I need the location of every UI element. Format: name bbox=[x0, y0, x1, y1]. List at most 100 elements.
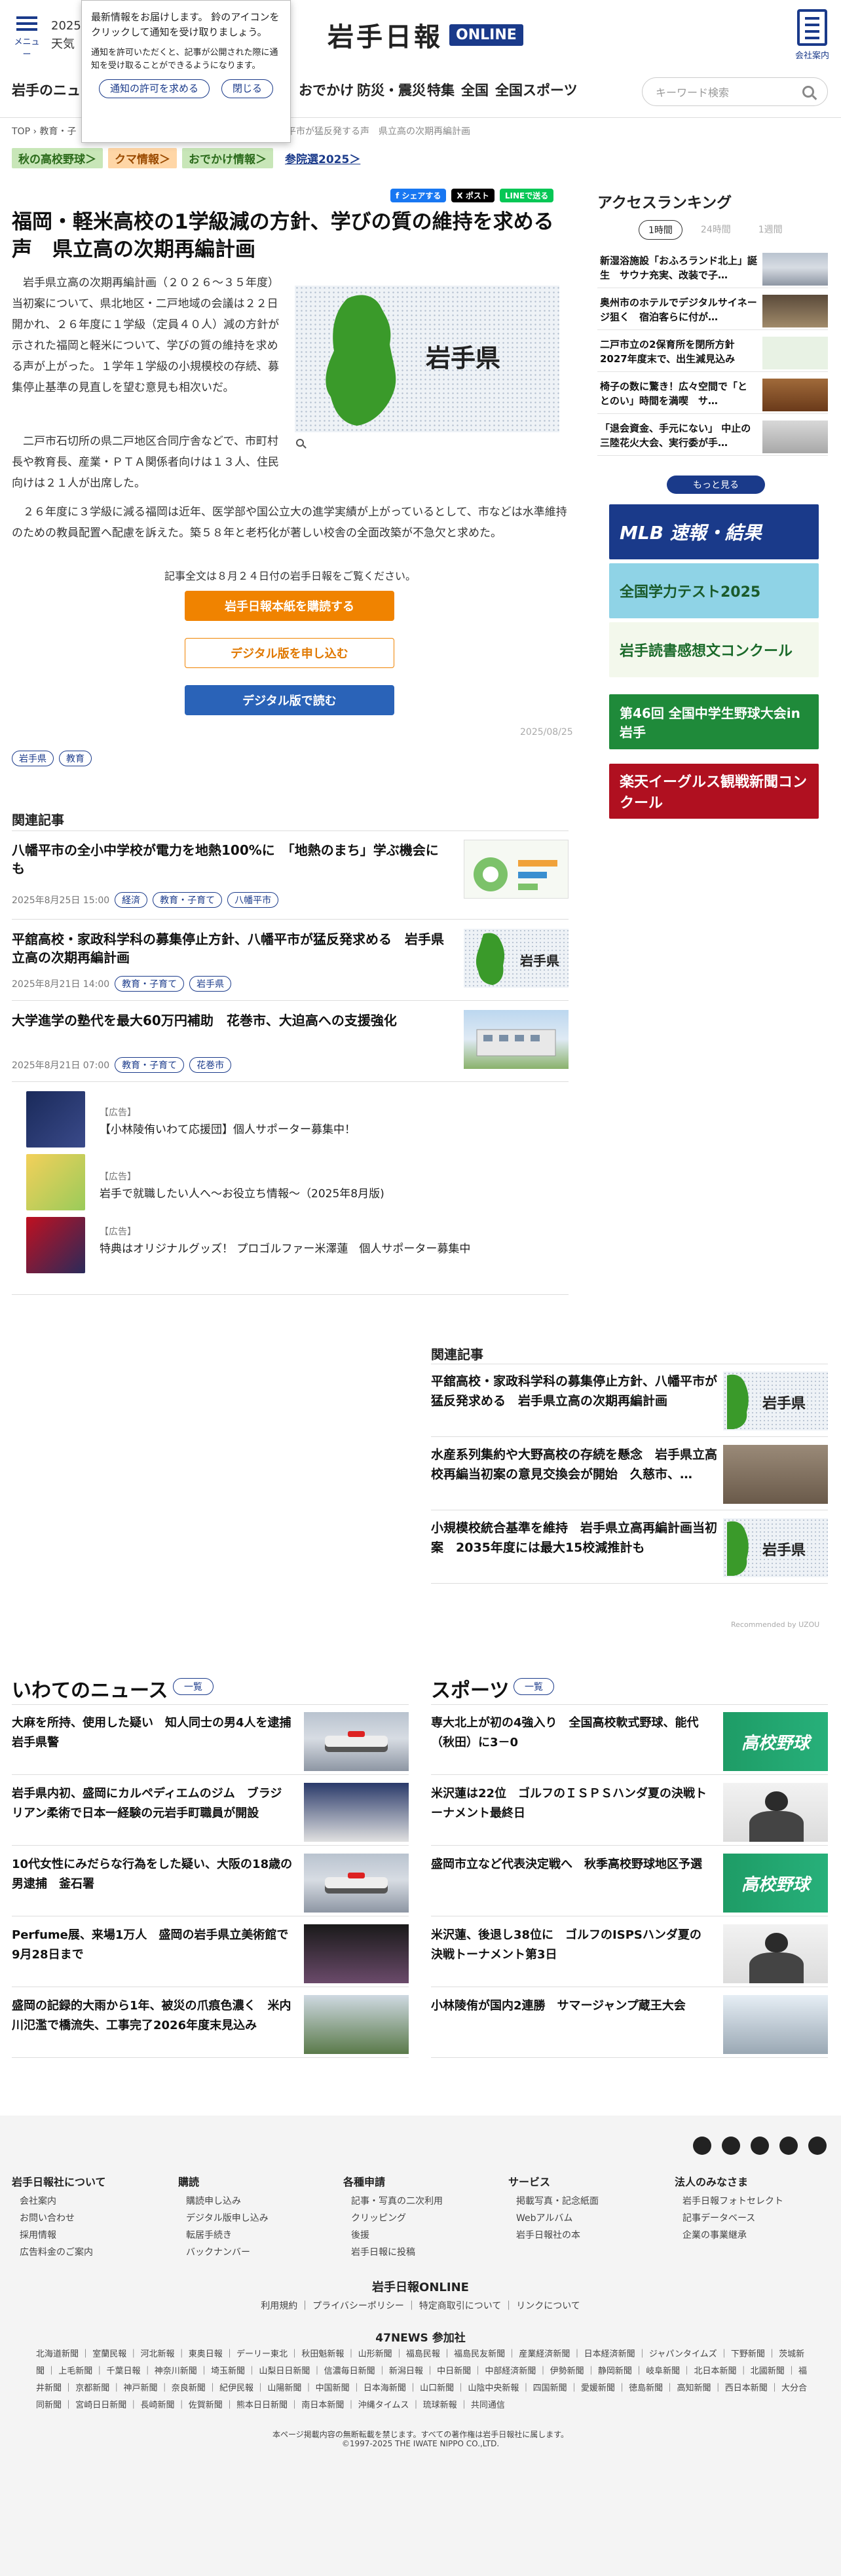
keyword-tag[interactable]: 教育 bbox=[59, 751, 92, 766]
related-item-tag[interactable]: 教育・子育て bbox=[153, 892, 223, 908]
ad-item[interactable]: 【広告】 岩手で就職したい人へ〜お役立ち情報〜（2025年8月版) bbox=[26, 1154, 563, 1210]
footer-links[interactable]: 利用規約 ｜ プライバシーポリシー ｜ 特定商取引について ｜ リンクについて bbox=[0, 2299, 841, 2312]
iwate-news-item[interactable]: 盛岡の記録的大雨から1年、被災の爪痕色濃く 米内川氾濫で橋流失、工事完了2026… bbox=[12, 1987, 409, 2058]
footer-link[interactable]: 購読申し込み bbox=[178, 2193, 269, 2210]
iwate-news-item[interactable]: Perfume展、来場1万人 盛岡の岩手県立美術館で9月28日まで bbox=[12, 1916, 409, 1987]
related-item[interactable]: 大学進学の塾代を最大60万円補助 花巻市、大迫高への支援強化 2025年8月21… bbox=[12, 1001, 569, 1082]
weather-widget[interactable]: 2025. 天気 bbox=[51, 17, 85, 54]
x-post-button[interactable]: X ポスト bbox=[451, 189, 495, 202]
ranking-item[interactable]: 奥州市のホテルでデジタルサイネージ狙く 宿泊客らに付が… bbox=[597, 292, 828, 330]
footer-link[interactable]: お問い合わせ bbox=[12, 2210, 106, 2227]
ad-item[interactable]: 【広告】 特典はオリジナルグッズ！ プロゴルファー米澤蓮 個人サポーター募集中 bbox=[26, 1217, 563, 1273]
sports-item[interactable]: 小林陵侑が国内2連勝 サマージャンプ蔵王大会 bbox=[431, 1987, 828, 2058]
related-item[interactable]: 平舘高校・家政科学科の募集停止方針、八幡平市が猛反発求める 岩手県立高の次期再編… bbox=[12, 920, 569, 1001]
iwate-news-item[interactable]: 大麻を所持、使用した疑い 知人同士の男4人を逮捕 岩手県警 bbox=[12, 1704, 409, 1775]
sports-item[interactable]: 盛岡市立など代表決定戦へ 秋季高校野球地区予選 高校野球 bbox=[431, 1846, 828, 1916]
keyword-tag[interactable]: 岩手県 bbox=[12, 751, 54, 766]
nav-item-zenkoku-sports[interactable]: 全国スポーツ bbox=[495, 80, 578, 100]
footer-link[interactable]: 転居手続き bbox=[178, 2227, 269, 2244]
banner-eagles-kansen[interactable]: 楽天イーグルス観戦新聞コンクール bbox=[609, 764, 819, 819]
sports-item[interactable]: 専大北上が初の4強入り 全国高校軟式野球、能代（秋田）に3－0 高校野球 bbox=[431, 1704, 828, 1775]
footer-link[interactable]: バックナンバー bbox=[178, 2244, 269, 2261]
ranking-item-title: 二戸市立の2保育所を閉所方針 2027年度末で、出生減見込み bbox=[600, 339, 736, 365]
banner-chugakusei-yakyu[interactable]: 第46回 全国中学生野球大会in岩手 bbox=[609, 694, 819, 749]
sports-item[interactable]: 米沢蓮は22位 ゴルフのＩＳＰＳハンダ夏の決戦トーナメント最終日 bbox=[431, 1775, 828, 1846]
footer-link[interactable]: 広告料金のご案内 bbox=[12, 2244, 106, 2261]
nav-item-zenkoku[interactable]: 全国 bbox=[461, 80, 489, 100]
logo-main: 岩手日報 bbox=[327, 22, 443, 52]
footer-link[interactable]: 記事データベース bbox=[675, 2210, 783, 2227]
nav-item-tokushu[interactable]: 特集 bbox=[427, 80, 455, 100]
nav-item-bousai[interactable]: 防災・震災 bbox=[357, 80, 426, 100]
banner-mlb[interactable]: MLB 速報・結果 bbox=[609, 504, 819, 559]
footer-link[interactable]: 採用情報 bbox=[12, 2227, 106, 2244]
topic-tag-kuma[interactable]: クマ情報＞ bbox=[108, 148, 177, 168]
instagram-icon[interactable] bbox=[751, 2137, 769, 2155]
sports-list-button[interactable]: 一覧 bbox=[514, 1678, 554, 1695]
related-item-tag[interactable]: 八幡平市 bbox=[227, 892, 279, 908]
footer-47news-papers[interactable]: 北海道新聞 ｜ 室蘭民報 ｜ 河北新報 ｜ 東奥日報 ｜ デーリー東北 ｜ 秋田… bbox=[36, 2346, 809, 2414]
recommended-item[interactable]: 水産系列集約や大野高校の存続を懸念 岩手県立高校再編当初案の意見交換会が開始 久… bbox=[431, 1437, 828, 1510]
footer-link[interactable]: 会社案内 bbox=[12, 2193, 106, 2210]
related-item[interactable]: 八幡平市の全小中学校が電力を地熱100%に 「地熱のまち」学ぶ機会にも 2025… bbox=[12, 831, 569, 920]
footer-link[interactable]: 後援 bbox=[343, 2227, 443, 2244]
line-share-button[interactable]: LINEで送る bbox=[499, 189, 554, 202]
breadcrumb-category[interactable]: 教育・子 bbox=[40, 126, 77, 137]
tab-1week[interactable]: 1週間 bbox=[749, 220, 792, 240]
notify-close-button[interactable]: 閉じる bbox=[221, 79, 274, 98]
topic-tag-sanin[interactable]: 参院選2025＞ bbox=[278, 148, 367, 168]
related-title: 関連記事 bbox=[12, 812, 64, 828]
footer-link[interactable]: クリッピング bbox=[343, 2210, 443, 2227]
topic-tag-koukou-yakyu[interactable]: 秋の高校野球＞ bbox=[12, 148, 103, 168]
facebook-share-button[interactable]: f シェアする bbox=[390, 189, 447, 202]
footer-link[interactable]: 掲載写真・記念紙面 bbox=[508, 2193, 599, 2210]
footer-link[interactable]: 岩手日報に投稿 bbox=[343, 2244, 443, 2261]
subscribe-paper-button[interactable]: 岩手日報本紙を購読する bbox=[185, 591, 394, 621]
iwate-news-list-button[interactable]: 一覧 bbox=[173, 1678, 214, 1695]
footer-link[interactable]: 記事・写真の二次利用 bbox=[343, 2193, 443, 2210]
article-image[interactable]: 岩手県 bbox=[295, 286, 559, 432]
banner-dokusho-kansoubun[interactable]: 岩手読書感想文コンクール bbox=[609, 622, 819, 677]
sports-item[interactable]: 米沢蓮、後退し38位に ゴルフのISPSハンダ夏の決戦トーナメント第3日 bbox=[431, 1916, 828, 1987]
company-info-button[interactable]: 会社案内 bbox=[793, 9, 832, 61]
banner-gakuryoku-test[interactable]: 全国学力テスト2025 bbox=[609, 563, 819, 618]
footer-link[interactable]: Webアルバム bbox=[508, 2210, 599, 2227]
iwate-news-item[interactable]: 10代女性にみだらな行為をした疑い、大阪の18歳の男逮捕 釜石署 bbox=[12, 1846, 409, 1916]
site-logo[interactable]: 岩手日報 ONLINE bbox=[327, 16, 523, 54]
digital-read-button[interactable]: デジタル版で読む bbox=[185, 685, 394, 715]
search-input[interactable]: キーワード検索 bbox=[642, 77, 828, 106]
youtube-icon[interactable] bbox=[779, 2137, 798, 2155]
topic-tag-odekake[interactable]: おでかけ情報＞ bbox=[182, 148, 273, 168]
facebook-icon[interactable] bbox=[722, 2137, 740, 2155]
iwate-news-thumb bbox=[304, 1712, 409, 1771]
ranking-item[interactable]: 椅子の数に驚き！広々空間で「ととのい」時間を満喫 サ… bbox=[597, 376, 828, 414]
ad-item[interactable]: 【広告】 【小林陵侑いわて応援団】個人サポーター募集中！ bbox=[26, 1091, 563, 1148]
related-item-tag[interactable]: 教育・子育て bbox=[115, 1057, 185, 1073]
ranking-item[interactable]: 「退会資金、手元にない」 中止の三陸花火大会、実行委が手… bbox=[597, 418, 828, 456]
tab-1hour[interactable]: 1時間 bbox=[639, 220, 682, 240]
related-item-tag[interactable]: 教育・子育て bbox=[115, 976, 185, 992]
digital-signup-button[interactable]: デジタル版を申し込む bbox=[185, 638, 394, 668]
recommended-item[interactable]: 小規模校統合基準を維持 岩手県立高再編計画当初案 2035年度には最大15校減推… bbox=[431, 1510, 828, 1584]
related-item-tag[interactable]: 経済 bbox=[115, 892, 148, 908]
ranking-item[interactable]: 新湿浴施設「おふろランド北上」誕生 サウナ充実、改装で子… bbox=[597, 250, 828, 288]
recommended-item[interactable]: 平舘高校・家政科学科の募集停止方針、八幡平市が猛反発求める 岩手県立高の次期再編… bbox=[431, 1364, 828, 1437]
line-icon[interactable] bbox=[808, 2137, 827, 2155]
iwate-news-item[interactable]: 岩手県内初、盛岡にカルペディエムのジム ブラジリアン柔術で日本一経験の元岩手町職… bbox=[12, 1775, 409, 1846]
zoom-icon[interactable] bbox=[296, 439, 304, 447]
ranking-item[interactable]: 二戸市立の2保育所を閉所方針 2027年度末で、出生減見込み bbox=[597, 334, 828, 372]
related-item-tag[interactable]: 花巻市 bbox=[189, 1057, 232, 1073]
nav-item-odekake[interactable]: おでかけ bbox=[299, 80, 354, 100]
ranking-more-button[interactable]: もっと見る bbox=[667, 476, 765, 494]
footer-link[interactable]: 企業の事業継承 bbox=[675, 2227, 783, 2244]
menu-button[interactable]: メニュー bbox=[10, 13, 43, 60]
breadcrumb-top[interactable]: TOP bbox=[12, 126, 30, 137]
tab-24hours[interactable]: 24時間 bbox=[692, 220, 740, 240]
footer-link[interactable]: 岩手日報フォトセレクト bbox=[675, 2193, 783, 2210]
notify-allow-button[interactable]: 通知の許可を求める bbox=[98, 79, 210, 98]
x-icon[interactable] bbox=[693, 2137, 711, 2155]
footer-link[interactable]: デジタル版申し込み bbox=[178, 2210, 269, 2227]
footer-link[interactable]: 岩手日報社の本 bbox=[508, 2227, 599, 2244]
search-icon[interactable] bbox=[802, 86, 814, 98]
related-item-tag[interactable]: 岩手県 bbox=[189, 976, 232, 992]
